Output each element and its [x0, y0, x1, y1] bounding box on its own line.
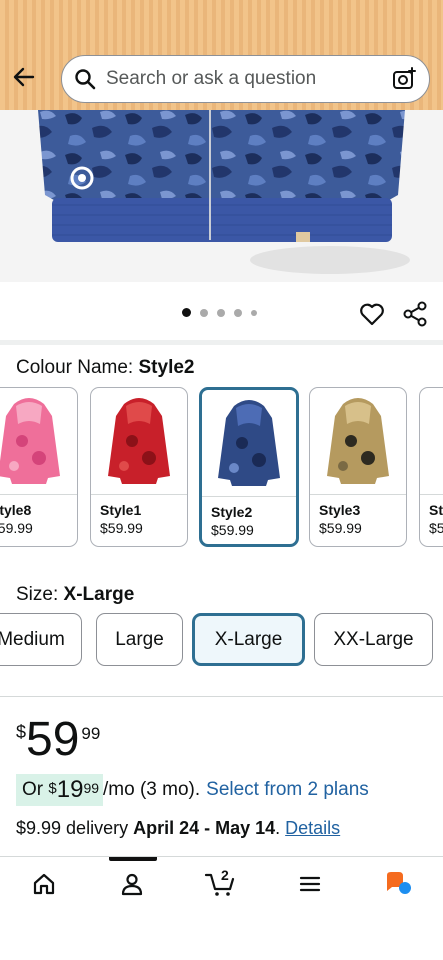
cart-count-badge: 2: [221, 867, 229, 883]
size-option-large[interactable]: Large: [96, 613, 183, 666]
search-icon: [75, 69, 96, 90]
swatch-price: $59.99: [319, 520, 362, 536]
installment-price: Or $19 99: [16, 774, 104, 806]
pagination-dot[interactable]: [182, 308, 191, 317]
image-pagination[interactable]: [182, 308, 257, 317]
nav-cart[interactable]: [200, 868, 240, 900]
installment-offer: Or $19 99 /mo (3 mo). Select from 2 plans: [16, 774, 369, 806]
swatch-style1[interactable]: Style1 $59.99: [90, 387, 188, 547]
swatch-name: Style2: [211, 504, 253, 520]
product-image[interactable]: [0, 110, 443, 282]
share-icon: [403, 301, 427, 327]
arrow-left-icon: [13, 67, 35, 87]
swatch-name: Style: [429, 502, 443, 518]
delivery-dates: April 24 - May 14: [133, 818, 276, 838]
swatch-price: $59.99: [0, 520, 33, 536]
size-option-medium[interactable]: Medium: [0, 613, 82, 666]
swatch-name: Style3: [319, 502, 361, 518]
swatch-style-partial[interactable]: Style $59.99: [419, 387, 443, 547]
hoodie-image: [0, 110, 443, 282]
nav-assistant[interactable]: [378, 868, 418, 900]
size-option-xx-large[interactable]: XX-Large: [314, 613, 433, 666]
swatch-price: $59.99: [100, 520, 143, 536]
section-divider: [0, 696, 443, 697]
nav-menu[interactable]: [290, 868, 330, 900]
hoodie-thumbnail: [218, 400, 280, 486]
size-label: Size: X-Large: [16, 584, 135, 605]
camera-search-icon[interactable]: [391, 66, 417, 92]
swatch-style8[interactable]: Style8 $59.99: [0, 387, 78, 547]
active-tab-indicator: [109, 857, 157, 861]
swatch-style2[interactable]: Style2 $59.99: [199, 387, 299, 547]
pagination-dot[interactable]: [200, 308, 208, 317]
delivery-details-link[interactable]: Details: [285, 818, 340, 838]
search-bar[interactable]: Search or ask a question: [61, 55, 430, 103]
pagination-dot[interactable]: [234, 308, 242, 317]
product-price: $ 59 99: [16, 713, 101, 766]
hoodie-thumbnail: [0, 398, 60, 484]
selected-colour: Style2: [138, 357, 195, 378]
swatch-name: Style1: [100, 502, 142, 518]
delivery-info: $9.99 delivery April 24 - May 14. Detail…: [16, 818, 341, 838]
wishlist-button[interactable]: [358, 300, 386, 328]
back-button[interactable]: [8, 61, 40, 93]
select-plans-link[interactable]: Select from 2 plans: [206, 779, 369, 801]
swatch-price: $59.99: [211, 522, 254, 538]
size-options: Medium Large X-Large XX-Large: [0, 612, 443, 668]
size-option-x-large[interactable]: X-Large: [192, 613, 305, 666]
search-input[interactable]: Search or ask a question: [106, 68, 391, 90]
hoodie-thumbnail: [327, 398, 389, 484]
pagination-dot[interactable]: [217, 308, 225, 317]
cart-icon: [204, 873, 235, 896]
section-divider: [0, 340, 443, 345]
hamburger-menu-icon: [299, 876, 321, 892]
heart-icon: [360, 303, 384, 326]
selected-size: X-Large: [63, 584, 135, 605]
hoodie-thumbnail: [108, 398, 170, 484]
colour-options: Style8 $59.99 Style1 $59.99 Style2 $59.9…: [0, 386, 443, 548]
pagination-dot[interactable]: [251, 309, 257, 316]
share-button[interactable]: [402, 300, 428, 328]
swatch-style3[interactable]: Style3 $59.99: [309, 387, 407, 547]
nav-account[interactable]: [112, 868, 152, 900]
colour-label: Colour Name: Style2: [16, 357, 195, 378]
person-icon: [121, 873, 143, 896]
swatch-name: Style8: [0, 502, 32, 518]
home-icon: [33, 873, 55, 895]
nav-home[interactable]: [24, 868, 64, 900]
swatch-price: $59.99: [429, 520, 443, 536]
assistant-icon: [387, 872, 411, 894]
